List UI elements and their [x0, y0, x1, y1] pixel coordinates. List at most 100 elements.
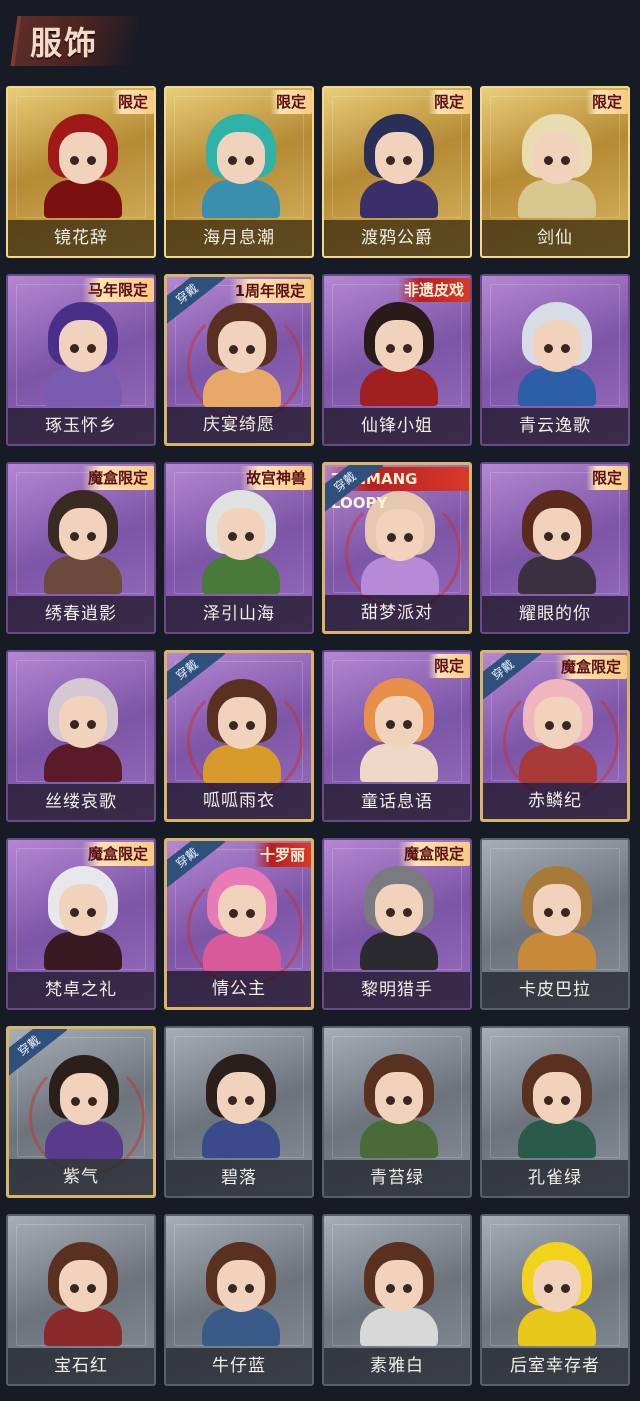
portrait-eye [403, 1096, 412, 1105]
costume-portrait [516, 302, 598, 406]
costume-tag: 魔盒限定 [81, 842, 154, 866]
costume-card[interactable]: 限定 剑仙 [480, 86, 630, 258]
portrait-eye [228, 1096, 237, 1105]
costume-portrait [516, 866, 598, 970]
portrait-eye [228, 1284, 237, 1293]
portrait-outfit [518, 556, 596, 594]
portrait-eye [544, 1096, 553, 1105]
portrait-eye [87, 532, 96, 541]
costume-tag: 十罗丽 [253, 843, 311, 867]
portrait-outfit [44, 932, 122, 970]
costume-name: 丝缕哀歌 [8, 784, 154, 820]
costume-card[interactable]: 故宫神兽 泽引山海 [164, 462, 314, 634]
portrait-face [533, 1072, 581, 1124]
portrait-outfit [360, 1308, 438, 1346]
costume-tag: 非遗皮戏 [397, 278, 470, 302]
portrait-face [59, 132, 107, 184]
costume-card[interactable]: 宝石红 [6, 1214, 156, 1386]
portrait-eye [403, 720, 412, 729]
portrait-eye [561, 908, 570, 917]
portrait-eye [70, 344, 79, 353]
portrait-outfit [202, 1120, 280, 1158]
costume-card[interactable]: 魔盒限定 绣春逍影 [6, 462, 156, 634]
costume-card[interactable]: 卡皮巴拉 [480, 838, 630, 1010]
costume-card[interactable]: 后室幸存者 [480, 1214, 630, 1386]
portrait-eye [544, 532, 553, 541]
portrait-eye [228, 532, 237, 541]
portrait-outfit [44, 556, 122, 594]
portrait-eye [87, 344, 96, 353]
portrait-face [59, 696, 107, 748]
portrait-face [218, 885, 266, 937]
costume-card[interactable]: 魔盒限定黎明猎手 [322, 838, 472, 1010]
costume-portrait [200, 490, 282, 594]
costume-name: 泽引山海 [166, 596, 312, 632]
portrait-eye [544, 344, 553, 353]
costume-card[interactable]: 限定 海月息潮 [164, 86, 314, 258]
portrait-outfit [44, 368, 122, 406]
costume-card[interactable]: 限定 童话息语 [322, 650, 472, 822]
costume-card[interactable]: 孔雀绿 [480, 1026, 630, 1198]
costume-card[interactable]: 素雅白 [322, 1214, 472, 1386]
costume-name: 梵卓之礼 [8, 972, 154, 1008]
costume-portrait [42, 114, 124, 218]
costume-portrait [200, 1242, 282, 1346]
costume-card[interactable]: 魔盒限定梵卓之礼 [6, 838, 156, 1010]
costume-card[interactable]: ZANMANG LOOPY 穿戴 甜梦派对 [322, 462, 472, 634]
portrait-outfit [203, 369, 281, 407]
portrait-eye [245, 532, 254, 541]
costume-name: 卡皮巴拉 [482, 972, 628, 1008]
costume-card[interactable]: 1周年限定 穿戴 庆宴绮愿 [164, 274, 314, 446]
portrait-face [533, 320, 581, 372]
portrait-outfit [519, 745, 597, 783]
costume-portrait [516, 114, 598, 218]
costume-name: 绣春逍影 [8, 596, 154, 632]
portrait-eye [387, 533, 396, 542]
costume-portrait [200, 1054, 282, 1158]
costume-card[interactable]: 穿戴 呱呱雨衣 [164, 650, 314, 822]
costume-name: 牛仔蓝 [166, 1348, 312, 1384]
costume-tag: 魔盒限定 [397, 842, 470, 866]
costume-card[interactable]: 限定 耀眼的你 [480, 462, 630, 634]
costume-card[interactable]: 十罗丽 穿戴 情公主 [164, 838, 314, 1010]
portrait-eye [71, 1097, 80, 1106]
portrait-face [59, 1260, 107, 1312]
costume-tag: 魔盒限定 [554, 655, 627, 679]
costume-name: 黎明猎手 [324, 972, 470, 1008]
costume-card[interactable]: 穿戴 紫气 [6, 1026, 156, 1198]
costume-portrait [358, 114, 440, 218]
portrait-eye [87, 908, 96, 917]
costume-portrait [516, 1054, 598, 1158]
costume-portrait [358, 678, 440, 782]
portrait-outfit [360, 744, 438, 782]
portrait-eye [561, 156, 570, 165]
costume-card[interactable]: 青苔绿 [322, 1026, 472, 1198]
costume-name: 庆宴绮愿 [167, 407, 311, 443]
costume-tag: 限定 [111, 90, 154, 114]
portrait-face [375, 1072, 423, 1124]
portrait-face [375, 696, 423, 748]
section-title: 服饰 [30, 24, 99, 62]
portrait-face [217, 1260, 265, 1312]
costume-name: 镜花辞 [8, 220, 154, 256]
costume-card[interactable]: 牛仔蓝 [164, 1214, 314, 1386]
costume-tag: 1周年限定 [228, 279, 311, 303]
portrait-outfit [360, 1120, 438, 1158]
costume-tag: 限定 [427, 90, 470, 114]
costume-card[interactable]: 丝缕哀歌 [6, 650, 156, 822]
portrait-eye [403, 344, 412, 353]
costume-name: 宝石红 [8, 1348, 154, 1384]
costume-card[interactable]: 非遗皮戏 仙锋小姐 [322, 274, 472, 446]
portrait-outfit [360, 368, 438, 406]
costume-name: 海月息潮 [166, 220, 312, 256]
portrait-eye [245, 1284, 254, 1293]
costume-card[interactable]: 马年限定 琢玉怀乡 [6, 274, 156, 446]
portrait-eye [229, 721, 238, 730]
costume-card[interactable]: 限定 渡鸦公爵 [322, 86, 472, 258]
costume-card[interactable]: 碧落 [164, 1026, 314, 1198]
costume-portrait [43, 1055, 125, 1159]
costume-card[interactable]: 青云逸歌 [480, 274, 630, 446]
portrait-face [217, 132, 265, 184]
costume-card[interactable]: 魔盒限定 穿戴 赤鳞纪 [480, 650, 630, 822]
costume-card[interactable]: 限定镜花辞 [6, 86, 156, 258]
